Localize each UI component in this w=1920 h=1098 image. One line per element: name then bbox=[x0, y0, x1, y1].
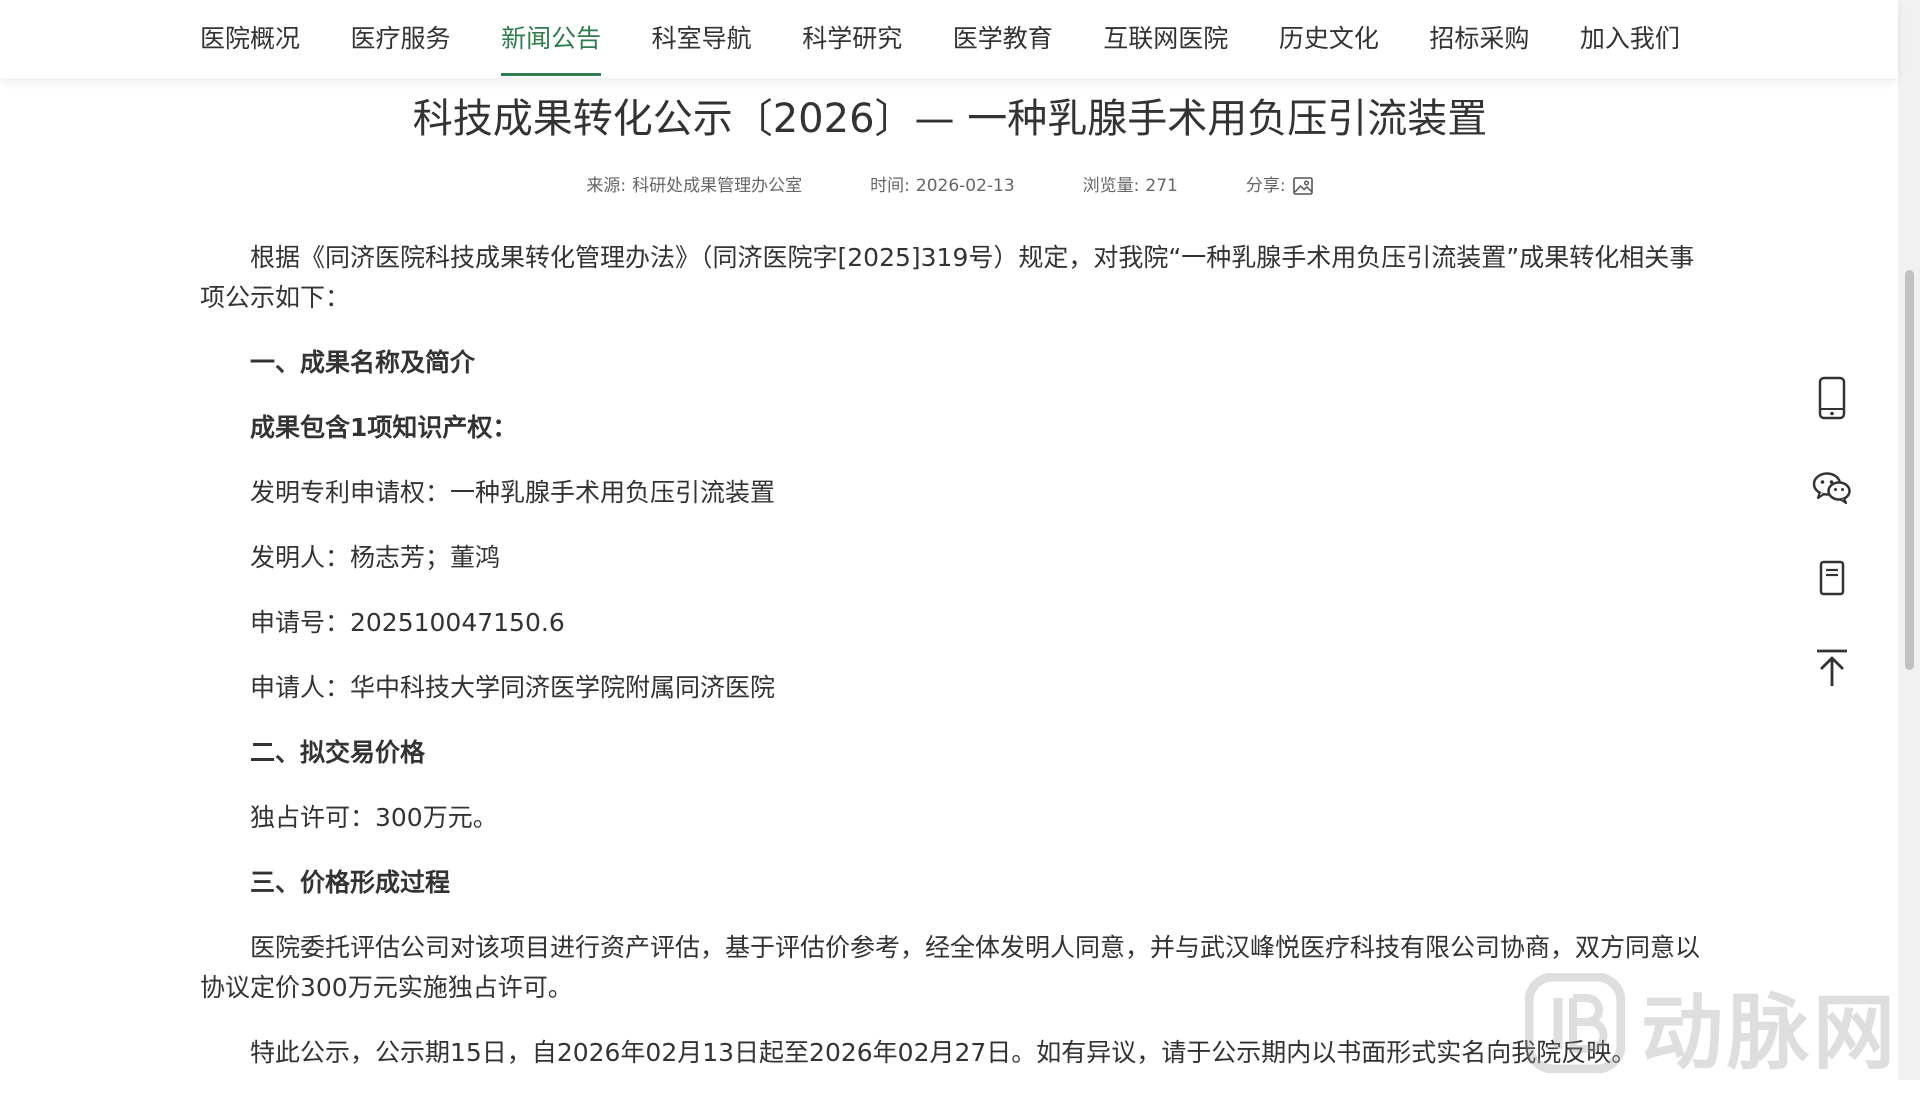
article-title: 科技成果转化公示〔2026〕— 一种乳腺手术用负压引流装置 bbox=[412, 96, 1488, 142]
section-subheading: 成果包含1项知识产权： bbox=[250, 413, 518, 442]
section-heading: 二、拟交易价格 bbox=[250, 738, 426, 767]
meta-source: 来源: 科研处成果管理办公室 bbox=[586, 174, 802, 198]
nav-item-internet-hospital[interactable]: 互联网医院 bbox=[1103, 0, 1228, 78]
section-heading: 一、成果名称及简介 bbox=[250, 348, 476, 377]
wechat-button[interactable] bbox=[1802, 460, 1862, 520]
bookmark-icon bbox=[1817, 560, 1847, 600]
meta-views-label: 浏览量: bbox=[1082, 176, 1140, 196]
mobile-phone-icon bbox=[1815, 376, 1849, 424]
nav-item-procurement[interactable]: 招标采购 bbox=[1429, 0, 1529, 78]
image-icon[interactable] bbox=[1292, 175, 1314, 197]
floating-toolbar bbox=[1802, 370, 1862, 730]
meta-time: 时间: 2026-02-13 bbox=[870, 174, 1015, 198]
nav-item-medical-services[interactable]: 医疗服务 bbox=[351, 0, 451, 78]
article-body: 根据《同济医院科技成果转化管理办法》（同济医院字[2025]319号）规定，对我… bbox=[200, 238, 1700, 1073]
article-paragraph: 发明专利申请权：一种乳腺手术用负压引流装置 bbox=[250, 478, 776, 507]
meta-source-label: 来源: bbox=[586, 176, 627, 196]
meta-time-value: 2026-02-13 bbox=[915, 176, 1015, 196]
nav-item-history-culture[interactable]: 历史文化 bbox=[1279, 0, 1379, 78]
wechat-icon bbox=[1812, 470, 1852, 510]
top-navigation-bar: 医院概况 医疗服务 新闻公告 科室导航 科学研究 医学教育 互联网医院 历史文化… bbox=[0, 0, 1898, 78]
article-paragraph: 申请号：202510047150.6 bbox=[250, 608, 565, 637]
scrollbar-thumb[interactable] bbox=[1905, 270, 1914, 670]
article-paragraph: 根据《同济医院科技成果转化管理办法》（同济医院字[2025]319号）规定，对我… bbox=[200, 243, 1695, 312]
article-paragraph: 发明人：杨志芳；董鸿 bbox=[250, 543, 501, 572]
article-meta: 来源: 科研处成果管理办公室 时间: 2026-02-13 浏览量: 271 分… bbox=[200, 174, 1700, 198]
nav-menu: 医院概况 医疗服务 新闻公告 科室导航 科学研究 医学教育 互联网医院 历史文化… bbox=[200, 0, 1680, 78]
meta-share: 分享: bbox=[1246, 174, 1314, 198]
meta-source-value: 科研处成果管理办公室 bbox=[632, 176, 803, 196]
article-container: 科技成果转化公示〔2026〕— 一种乳腺手术用负压引流装置 来源: 科研处成果管… bbox=[200, 78, 1700, 1098]
nav-item-hospital-overview[interactable]: 医院概况 bbox=[200, 0, 300, 78]
nav-item-department-navigation[interactable]: 科室导航 bbox=[652, 0, 752, 78]
article-paragraph: 申请人：华中科技大学同济医学院附属同济医院 bbox=[250, 673, 776, 702]
nav-item-join-us[interactable]: 加入我们 bbox=[1580, 0, 1680, 78]
article-paragraph: 医院委托评估公司对该项目进行资产评估，基于评估价参考，经全体发明人同意，并与武汉… bbox=[200, 933, 1701, 1002]
watermark: 动脉网 bbox=[1524, 970, 1905, 1081]
meta-share-label: 分享: bbox=[1245, 176, 1286, 196]
nav-item-news-announcements[interactable]: 新闻公告 bbox=[501, 0, 602, 78]
page-scrollbar[interactable] bbox=[1898, 0, 1920, 1080]
article-paragraph: 特此公示，公示期15日，自2026年02月13日起至2026年02月27日。如有… bbox=[250, 1038, 1637, 1067]
nav-item-scientific-research[interactable]: 科学研究 bbox=[802, 0, 902, 78]
back-to-top-icon bbox=[1814, 648, 1850, 692]
article-paragraph: 独占许可：300万元。 bbox=[250, 803, 498, 832]
nav-item-medical-education[interactable]: 医学教育 bbox=[953, 0, 1053, 78]
back-to-top-button[interactable] bbox=[1802, 640, 1862, 700]
section-heading: 三、价格形成过程 bbox=[250, 868, 451, 897]
mobile-phone-button[interactable] bbox=[1802, 370, 1862, 430]
bookmark-button[interactable] bbox=[1802, 550, 1862, 610]
watermark-text: 动脉网 bbox=[1641, 985, 1900, 1081]
meta-time-label: 时间: bbox=[870, 176, 910, 196]
watermark-logo-icon bbox=[1524, 972, 1626, 1077]
meta-views: 浏览量: 271 bbox=[1083, 174, 1178, 198]
meta-views-value: 271 bbox=[1145, 176, 1178, 196]
